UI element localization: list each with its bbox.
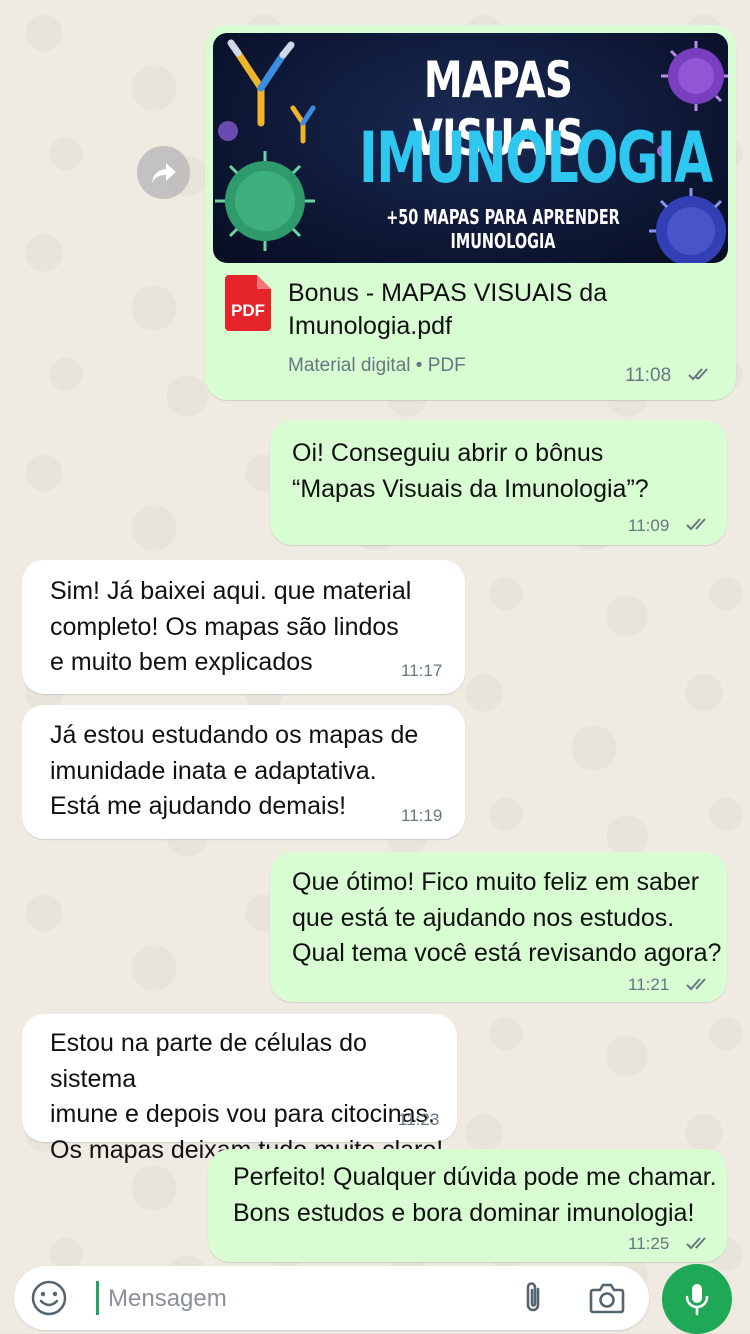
message-composer [14,1266,649,1330]
message-line: Bons estudos e bora dominar imunologia! [233,1198,695,1227]
message-time: 11:21 [628,975,670,994]
banner-subtitle: +50 MAPAS PARA APRENDER IMUNOLOGIA [386,205,620,253]
banner-title-line2: IMUNOLOGIA [359,117,713,199]
incoming-message[interactable]: Já estou estudando os mapas de imunidade… [22,705,465,839]
document-file-name: Bonus - MAPAS VISUAIS da Imunologia.pdf [288,279,608,340]
text-cursor [96,1281,99,1315]
message-line: Sim! Já baixei aqui. que material [50,577,412,605]
incoming-message[interactable]: Estou na parte de células do sistema imu… [22,1014,457,1164]
message-line: “Mapas Visuais da Imunologia”? [292,474,649,503]
message-line: Perfeito! Qualquer dúvida pode me chamar… [233,1163,717,1191]
document-meta: Material digital • PDF [288,355,466,376]
message-line: imunidade inata e adaptativa. [50,756,377,785]
attach-icon[interactable] [519,1280,547,1316]
outgoing-message[interactable]: Oi! Conseguiu abrir o bônus “Mapas Visua… [270,420,727,545]
message-line: que está te ajudando nos estudos. [292,903,675,932]
message-line: Oi! Conseguiu abrir o bônus [292,439,604,467]
incoming-message[interactable]: Sim! Já baixei aqui. que material comple… [22,560,465,694]
pdf-icon: PDF [225,275,271,331]
message-line: Já estou estudando os mapas de [50,721,419,749]
double-check-icon [686,518,706,531]
message-input[interactable] [106,1276,490,1322]
double-check-icon [686,978,706,991]
message-line: imune e depois vou para citocinas. [50,1100,435,1128]
message-line: Está me ajudando demais! [50,792,347,820]
message-line: Que ótimo! Fico muito feliz em saber [292,868,700,896]
document-preview-banner[interactable]: MAPAS VISUAIS IMUNOLOGIA +50 MAPAS PARA … [213,33,728,263]
message-line: Qual tema você está revisando agora? [292,939,722,967]
forward-button[interactable] [137,146,190,199]
message-time: 11:17 [401,661,443,680]
message-line: Estou na parte de células do sistema [50,1029,367,1093]
mic-icon [685,1284,709,1316]
message-line: e muito bem explicados [50,648,313,676]
message-time: 11:09 [628,516,670,535]
message-time: 11:25 [628,1234,670,1253]
emoji-icon[interactable] [30,1279,68,1317]
message-line: completo! Os mapas são lindos [50,612,399,641]
voice-message-button[interactable] [662,1264,732,1334]
document-message[interactable]: MAPAS VISUAIS IMUNOLOGIA +50 MAPAS PARA … [205,25,736,400]
message-time: 11:08 [625,365,672,386]
message-time: 11:19 [401,806,443,825]
outgoing-message[interactable]: Que ótimo! Fico muito feliz em saber que… [270,852,727,1002]
message-time: 11:23 [398,1110,440,1129]
camera-icon[interactable] [589,1282,625,1314]
pdf-icon-label: PDF [231,301,265,320]
outgoing-message[interactable]: Perfeito! Qualquer dúvida pode me chamar… [208,1149,727,1262]
forward-icon [151,162,176,183]
double-check-icon [686,1237,706,1250]
double-check-icon [688,368,708,381]
